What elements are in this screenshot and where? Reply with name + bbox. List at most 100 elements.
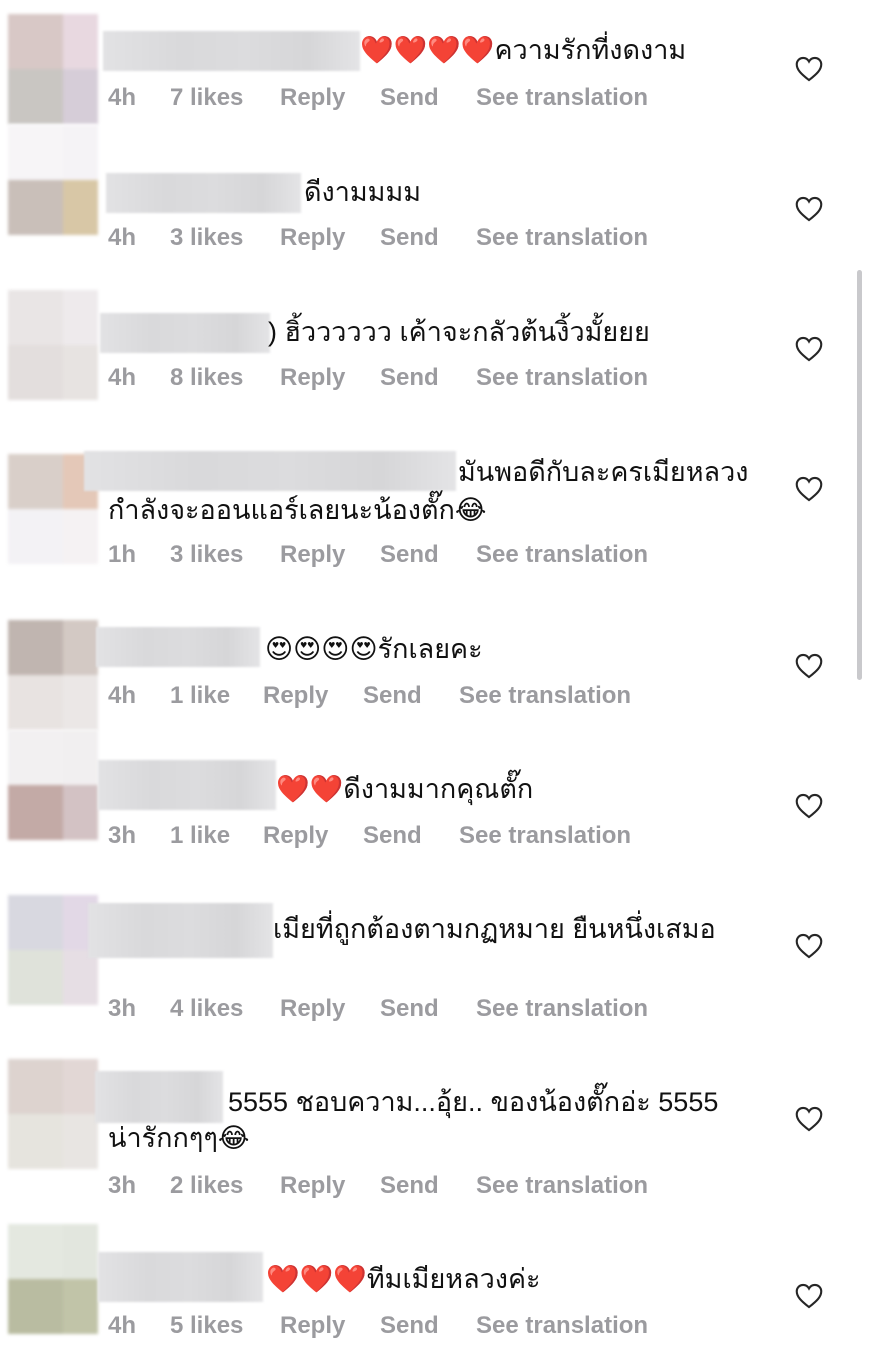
avatar-tile bbox=[63, 1279, 98, 1334]
heart-outline-icon[interactable] bbox=[795, 933, 823, 959]
reply-button[interactable]: Reply bbox=[280, 224, 380, 252]
send-button[interactable]: Send bbox=[380, 995, 476, 1023]
reply-button[interactable]: Reply bbox=[280, 1312, 380, 1340]
likes-count[interactable]: 8 likes bbox=[170, 364, 280, 392]
likes-count[interactable]: 3 likes bbox=[170, 224, 280, 252]
likes-count[interactable]: 7 likes bbox=[170, 84, 280, 112]
send-button[interactable]: Send bbox=[380, 1312, 476, 1340]
see-translation-button[interactable]: See translation bbox=[476, 1312, 648, 1340]
comment-text-line2: กำลังจะออนแอร์เลยนะน้องตั๊ก😂 bbox=[108, 495, 487, 525]
avatar-tile bbox=[8, 509, 63, 564]
avatar-tile bbox=[8, 1114, 63, 1169]
username-redacted[interactable] bbox=[106, 173, 301, 213]
send-button[interactable]: Send bbox=[363, 822, 459, 850]
avatar-tile bbox=[8, 345, 63, 400]
likes-count[interactable]: 4 likes bbox=[170, 995, 280, 1023]
see-translation-button[interactable]: See translation bbox=[476, 541, 648, 569]
comment-text: ) ฮิ้วววววว เค้าจะกลัวต้นงิ้วมั้ยยย bbox=[268, 317, 650, 347]
comment-actions: 1h 3 likes Reply Send See translation bbox=[108, 541, 648, 569]
reply-button[interactable]: Reply bbox=[280, 995, 380, 1023]
reply-button[interactable]: Reply bbox=[280, 1172, 380, 1200]
avatar-tile bbox=[8, 785, 63, 840]
comment-time: 1h bbox=[108, 541, 137, 568]
see-translation-button[interactable]: See translation bbox=[476, 1172, 648, 1200]
likes-count[interactable]: 3 likes bbox=[170, 541, 280, 569]
username-redacted[interactable] bbox=[98, 1252, 263, 1302]
username-redacted[interactable] bbox=[103, 31, 360, 71]
reply-button[interactable]: Reply bbox=[263, 822, 363, 850]
heart-outline-icon[interactable] bbox=[795, 1283, 823, 1309]
avatar-tile bbox=[63, 125, 98, 180]
likes-count[interactable]: 5 likes bbox=[170, 1312, 280, 1340]
avatar-tile bbox=[63, 730, 98, 785]
comment-actions: 3h 2 likes Reply Send See translation bbox=[108, 1172, 648, 1200]
avatar[interactable] bbox=[8, 1224, 98, 1334]
username-redacted[interactable] bbox=[95, 1071, 223, 1123]
username-redacted[interactable] bbox=[96, 627, 260, 667]
avatar[interactable] bbox=[8, 14, 98, 124]
avatar-tile bbox=[63, 509, 98, 564]
likes-count[interactable]: 1 like bbox=[170, 682, 263, 710]
avatar-tile bbox=[63, 785, 98, 840]
comment-time: 3h bbox=[108, 1172, 137, 1199]
avatar-tile bbox=[63, 620, 98, 675]
reply-button[interactable]: Reply bbox=[263, 682, 363, 710]
see-translation-button[interactable]: See translation bbox=[476, 995, 648, 1023]
avatar[interactable] bbox=[8, 895, 98, 1005]
heart-outline-icon[interactable] bbox=[795, 336, 823, 362]
avatar-tile bbox=[8, 1059, 63, 1114]
reply-button[interactable]: Reply bbox=[280, 84, 380, 112]
comment-text: ดีงามมมม bbox=[304, 177, 422, 207]
avatar-tile bbox=[8, 180, 63, 235]
send-button[interactable]: Send bbox=[380, 1172, 476, 1200]
avatar-tile bbox=[8, 895, 63, 950]
avatar[interactable] bbox=[8, 620, 98, 730]
comment-text: ❤️❤️❤️❤️ความรักที่งดงาม bbox=[360, 35, 687, 65]
avatar-tile bbox=[8, 1279, 63, 1334]
see-translation-button[interactable]: See translation bbox=[459, 682, 631, 710]
comment-text: 😍😍😍😍รักเลยคะ bbox=[265, 634, 483, 664]
username-redacted[interactable] bbox=[100, 313, 270, 353]
see-translation-button[interactable]: See translation bbox=[476, 84, 648, 112]
comment-time: 3h bbox=[108, 995, 137, 1022]
comment-actions: 4h 1 like Reply Send See translation bbox=[108, 682, 631, 710]
reply-button[interactable]: Reply bbox=[280, 364, 380, 392]
send-button[interactable]: Send bbox=[380, 541, 476, 569]
heart-outline-icon[interactable] bbox=[795, 793, 823, 819]
avatar-tile bbox=[8, 14, 63, 69]
reply-button[interactable]: Reply bbox=[280, 541, 380, 569]
heart-outline-icon[interactable] bbox=[795, 56, 823, 82]
avatar-tile bbox=[8, 454, 63, 509]
avatar[interactable] bbox=[8, 125, 98, 235]
avatar-tile bbox=[8, 1224, 63, 1279]
username-redacted[interactable] bbox=[88, 903, 273, 958]
avatar[interactable] bbox=[8, 730, 98, 840]
send-button[interactable]: Send bbox=[380, 84, 476, 112]
username-redacted[interactable] bbox=[84, 451, 456, 491]
avatar-tile bbox=[63, 290, 98, 345]
comment-text-line2: น่ารักกๆๆ😂 bbox=[108, 1123, 250, 1153]
heart-outline-icon[interactable] bbox=[795, 476, 823, 502]
see-translation-button[interactable]: See translation bbox=[476, 224, 648, 252]
heart-outline-icon[interactable] bbox=[795, 1106, 823, 1132]
send-button[interactable]: Send bbox=[363, 682, 459, 710]
see-translation-button[interactable]: See translation bbox=[476, 364, 648, 392]
avatar-tile bbox=[63, 1224, 98, 1279]
avatar[interactable] bbox=[8, 1059, 98, 1169]
heart-outline-icon[interactable] bbox=[795, 653, 823, 679]
likes-count[interactable]: 1 like bbox=[170, 822, 263, 850]
scrollbar[interactable] bbox=[857, 270, 862, 680]
see-translation-button[interactable]: See translation bbox=[459, 822, 631, 850]
send-button[interactable]: Send bbox=[380, 224, 476, 252]
avatar-tile bbox=[8, 950, 63, 1005]
avatar-tile bbox=[63, 1059, 98, 1114]
comment-actions: 4h 5 likes Reply Send See translation bbox=[108, 1312, 648, 1340]
likes-count[interactable]: 2 likes bbox=[170, 1172, 280, 1200]
heart-outline-icon[interactable] bbox=[795, 196, 823, 222]
send-button[interactable]: Send bbox=[380, 364, 476, 392]
avatar[interactable] bbox=[8, 290, 98, 400]
comment-text: มันพอดีกับละครเมียหลวง bbox=[458, 457, 749, 487]
comment-time: 4h bbox=[108, 364, 137, 391]
avatar-tile bbox=[8, 675, 63, 730]
username-redacted[interactable] bbox=[98, 760, 276, 810]
